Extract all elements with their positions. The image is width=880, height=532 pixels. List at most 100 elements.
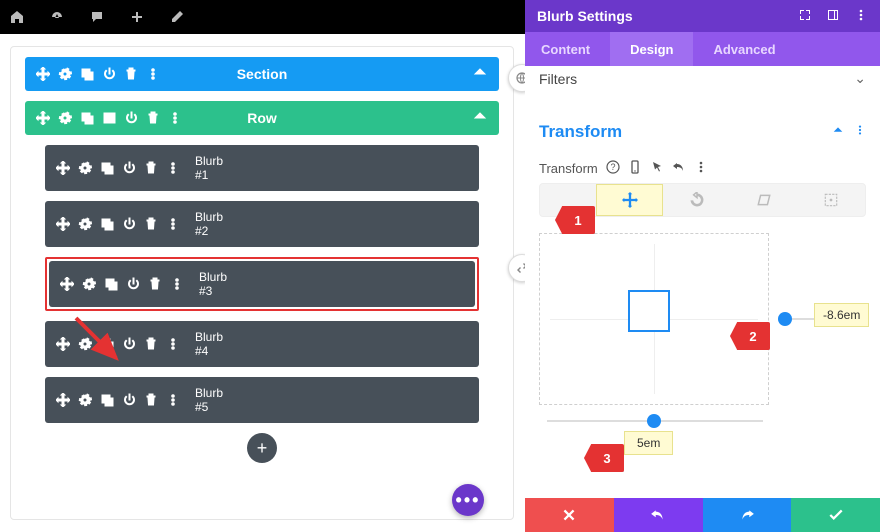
module-title: Blurb#1: [195, 154, 223, 183]
chevron-up-icon[interactable]: [832, 123, 844, 141]
transform-canvas[interactable]: [539, 233, 769, 405]
transform-skew-tab[interactable]: [731, 184, 798, 216]
power-icon[interactable]: [121, 336, 137, 352]
more-icon[interactable]: [854, 8, 868, 25]
row-bar[interactable]: Row: [25, 101, 499, 135]
duplicate-icon[interactable]: [103, 276, 119, 292]
undo-button[interactable]: [614, 498, 703, 532]
collapse-icon[interactable]: [473, 65, 487, 84]
y-offset-slider[interactable]: [547, 411, 763, 431]
transform-handle-square[interactable]: [628, 290, 670, 332]
help-icon[interactable]: [606, 160, 620, 177]
duplicate-icon[interactable]: [99, 336, 115, 352]
more-icon[interactable]: [165, 336, 181, 352]
trash-icon[interactable]: [143, 336, 159, 352]
module-bar[interactable]: Blurb#1: [45, 145, 479, 191]
module-title: Blurb#5: [195, 386, 223, 415]
hover-icon[interactable]: [650, 160, 664, 177]
more-icon[interactable]: [165, 160, 181, 176]
module-bar[interactable]: Blurb#4: [45, 321, 479, 367]
more-icon[interactable]: [145, 66, 161, 82]
section-bar[interactable]: Section: [25, 57, 499, 91]
more-icon[interactable]: [854, 123, 866, 141]
power-icon[interactable]: [101, 66, 117, 82]
expand-icon[interactable]: [798, 8, 812, 25]
transform-origin-tab[interactable]: [798, 184, 865, 216]
slider-thumb[interactable]: [647, 414, 661, 428]
collapse-icon[interactable]: [473, 109, 487, 128]
trash-icon[interactable]: [143, 392, 159, 408]
trash-icon[interactable]: [143, 160, 159, 176]
move-icon[interactable]: [55, 160, 71, 176]
trash-icon[interactable]: [143, 216, 159, 232]
add-icon[interactable]: [126, 6, 148, 28]
gear-icon[interactable]: [77, 392, 93, 408]
module-item[interactable]: Blurb#1: [45, 145, 479, 191]
builder-menu-button[interactable]: •••: [452, 484, 484, 516]
home-icon[interactable]: [6, 6, 28, 28]
module-bar[interactable]: Blurb#3: [49, 261, 475, 307]
transform-section-header[interactable]: Transform: [539, 122, 866, 142]
duplicate-icon[interactable]: [99, 216, 115, 232]
trash-icon[interactable]: [145, 110, 161, 126]
move-icon[interactable]: [55, 216, 71, 232]
gear-icon[interactable]: [57, 66, 73, 82]
module-item[interactable]: Blurb#5: [45, 377, 479, 423]
power-icon[interactable]: [121, 216, 137, 232]
more-icon[interactable]: [165, 392, 181, 408]
power-icon[interactable]: [123, 110, 139, 126]
panel-tabs: Content Design Advanced: [525, 32, 880, 66]
more-icon[interactable]: [167, 110, 183, 126]
move-icon[interactable]: [35, 110, 51, 126]
dock-icon[interactable]: [826, 8, 840, 25]
filters-section[interactable]: Filters ⌄: [539, 66, 866, 92]
power-icon[interactable]: [121, 160, 137, 176]
comment-icon[interactable]: [86, 6, 108, 28]
duplicate-icon[interactable]: [79, 110, 95, 126]
edit-icon[interactable]: [166, 6, 188, 28]
trash-icon[interactable]: [123, 66, 139, 82]
settings-panel: Blurb Settings Content Design Advanced F…: [525, 0, 880, 532]
add-module-button[interactable]: +: [247, 433, 277, 463]
tab-content[interactable]: Content: [525, 32, 610, 66]
columns-icon[interactable]: [101, 110, 117, 126]
power-icon[interactable]: [121, 392, 137, 408]
y-offset-value[interactable]: 5em: [624, 431, 673, 455]
move-icon[interactable]: [55, 392, 71, 408]
more-icon[interactable]: [165, 216, 181, 232]
builder-area: Section Row: [0, 34, 524, 532]
tab-advanced[interactable]: Advanced: [693, 32, 795, 66]
transform-rotate-tab[interactable]: [663, 184, 730, 216]
power-icon[interactable]: [125, 276, 141, 292]
module-item[interactable]: Blurb#3: [45, 257, 479, 311]
move-icon[interactable]: [59, 276, 75, 292]
tab-design[interactable]: Design: [610, 32, 693, 66]
save-button[interactable]: [791, 498, 880, 532]
duplicate-icon[interactable]: [79, 66, 95, 82]
more-icon[interactable]: [694, 160, 708, 177]
slider-thumb[interactable]: [778, 312, 792, 326]
gear-icon[interactable]: [77, 216, 93, 232]
dashboard-icon[interactable]: [46, 6, 68, 28]
duplicate-icon[interactable]: [99, 160, 115, 176]
gear-icon[interactable]: [57, 110, 73, 126]
module-bar[interactable]: Blurb#5: [45, 377, 479, 423]
responsive-icon[interactable]: [628, 160, 642, 177]
trash-icon[interactable]: [147, 276, 163, 292]
move-icon[interactable]: [55, 336, 71, 352]
gear-icon[interactable]: [81, 276, 97, 292]
module-item[interactable]: Blurb#2: [45, 201, 479, 247]
module-item[interactable]: Blurb#4: [45, 321, 479, 367]
gear-icon[interactable]: [77, 160, 93, 176]
gear-icon[interactable]: [77, 336, 93, 352]
reset-icon[interactable]: [672, 160, 686, 177]
x-offset-value[interactable]: -8.6em: [814, 303, 869, 327]
discard-button[interactable]: [525, 498, 614, 532]
more-icon[interactable]: [169, 276, 185, 292]
redo-button[interactable]: [703, 498, 792, 532]
module-bar[interactable]: Blurb#2: [45, 201, 479, 247]
transform-heading: Transform: [539, 122, 622, 142]
duplicate-icon[interactable]: [99, 392, 115, 408]
transform-translate-tab[interactable]: [596, 184, 663, 216]
move-icon[interactable]: [35, 66, 51, 82]
